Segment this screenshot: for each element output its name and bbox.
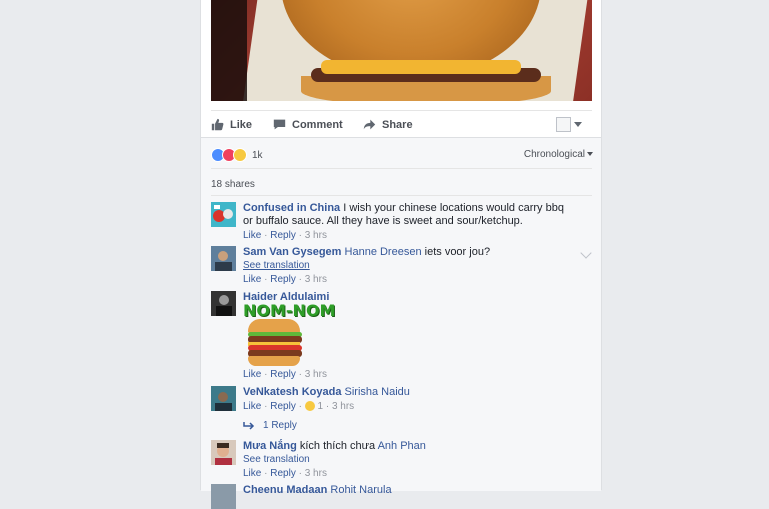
chevron-down-icon[interactable] bbox=[580, 247, 592, 259]
haha-reaction-icon bbox=[233, 148, 247, 162]
chevron-down-icon bbox=[587, 152, 593, 157]
comments-section: 1k Chronological 18 shares Confused in C… bbox=[201, 137, 601, 509]
reaction-summary[interactable]: 1k bbox=[211, 148, 263, 162]
comment-author[interactable]: Sam Van Gysegem bbox=[243, 246, 341, 258]
avatar-image-icon bbox=[211, 386, 236, 411]
comment-author[interactable]: VeNkatesh Koyada bbox=[243, 386, 341, 398]
comment-time[interactable]: 3 hrs bbox=[305, 274, 327, 285]
like-label: Like bbox=[230, 118, 253, 131]
comment-reply-link[interactable]: Reply bbox=[270, 274, 296, 285]
comment-author[interactable]: Confused in China bbox=[243, 202, 340, 214]
view-replies-link[interactable]: 1 Reply bbox=[243, 420, 297, 431]
comment-like-link[interactable]: Like bbox=[243, 468, 261, 479]
share-arrow-icon bbox=[363, 119, 376, 130]
comment-mention[interactable]: Hanne Dreesen bbox=[345, 246, 422, 258]
comment-meta: Like · Reply · 3 hrs bbox=[243, 468, 327, 479]
comment-time[interactable]: 3 hrs bbox=[305, 230, 327, 241]
comment-time[interactable]: 3 hrs bbox=[332, 401, 354, 412]
divider bbox=[211, 168, 592, 169]
see-translation-link[interactable]: See translation bbox=[243, 453, 573, 466]
avatar[interactable] bbox=[211, 440, 236, 465]
share-label: Share bbox=[382, 118, 413, 131]
avatar-image-icon bbox=[211, 246, 236, 271]
comment-meta: Like · Reply · 3 hrs bbox=[243, 369, 327, 380]
burger-sticker-icon[interactable] bbox=[248, 319, 302, 367]
comment-meta: Like · Reply · 3 hrs bbox=[243, 230, 327, 241]
profile-thumb-icon bbox=[556, 117, 571, 132]
comment-like-link[interactable]: Like bbox=[243, 369, 261, 380]
comment-order-label: Chronological bbox=[523, 149, 585, 160]
comment-label: Comment bbox=[292, 118, 343, 131]
comment-meta: Like · Reply · 1 · 3 hrs bbox=[243, 401, 355, 412]
avatar[interactable] bbox=[211, 386, 236, 411]
comment-reply-link[interactable]: Reply bbox=[270, 468, 296, 479]
see-translation-link[interactable]: See translation bbox=[243, 259, 573, 272]
comment-like-link[interactable]: Like bbox=[243, 230, 261, 241]
shares-link[interactable]: 18 shares bbox=[211, 179, 255, 190]
comment-mention[interactable]: Anh Phan bbox=[378, 440, 426, 452]
chevron-down-icon bbox=[574, 122, 582, 127]
comment-button[interactable]: Comment bbox=[273, 118, 343, 131]
reaction-count: 1k bbox=[252, 149, 263, 161]
like-button[interactable]: Like bbox=[211, 118, 252, 131]
avatar[interactable] bbox=[211, 291, 236, 316]
comment-order-dropdown[interactable]: Chronological bbox=[524, 149, 593, 160]
comment-reply-link[interactable]: Reply bbox=[270, 369, 296, 380]
post-action-bar: Like Comment Share bbox=[211, 110, 592, 137]
comment-reply-link[interactable]: Reply bbox=[270, 230, 296, 241]
avatar[interactable] bbox=[211, 484, 236, 509]
comment-meta: Like · Reply · 3 hrs bbox=[243, 274, 327, 285]
comment-like-link[interactable]: Like bbox=[243, 274, 261, 285]
comment-time[interactable]: 3 hrs bbox=[305, 468, 327, 479]
comment-reaction-count[interactable]: 1 bbox=[318, 401, 324, 412]
divider bbox=[211, 195, 592, 196]
comment-text: kích thích chưa bbox=[299, 440, 376, 452]
reply-arrow-icon bbox=[243, 421, 255, 430]
comment-text: iets voor jou? bbox=[424, 246, 491, 258]
post-card: Like Comment Share 1k Chronological 18 s… bbox=[200, 0, 602, 509]
comment-author[interactable]: Cheenu Madaan bbox=[243, 484, 327, 496]
comment-author[interactable]: Mưa Nắng bbox=[243, 440, 297, 452]
comment-like-link[interactable]: Like bbox=[243, 401, 261, 412]
post-photo[interactable] bbox=[211, 0, 592, 101]
avatar[interactable] bbox=[211, 202, 236, 227]
avatar-image-icon bbox=[211, 291, 236, 316]
audience-selector[interactable] bbox=[556, 117, 582, 132]
comment-mention[interactable]: Rohit Narula bbox=[330, 484, 391, 496]
avatar-image-icon bbox=[213, 205, 233, 222]
sticker-caption: NOM-NOM bbox=[243, 301, 336, 320]
share-button[interactable]: Share bbox=[363, 118, 413, 131]
comment-reply-link[interactable]: Reply bbox=[270, 401, 296, 412]
comment-time[interactable]: 3 hrs bbox=[305, 369, 327, 380]
thumbs-up-icon bbox=[211, 118, 224, 131]
avatar-image-icon bbox=[211, 440, 236, 465]
comment-mention[interactable]: Sirisha Naidu bbox=[345, 386, 410, 398]
haha-reaction-icon[interactable] bbox=[304, 401, 315, 412]
speech-bubble-icon bbox=[273, 119, 286, 130]
avatar[interactable] bbox=[211, 246, 236, 271]
replies-count-label: 1 Reply bbox=[263, 420, 297, 431]
